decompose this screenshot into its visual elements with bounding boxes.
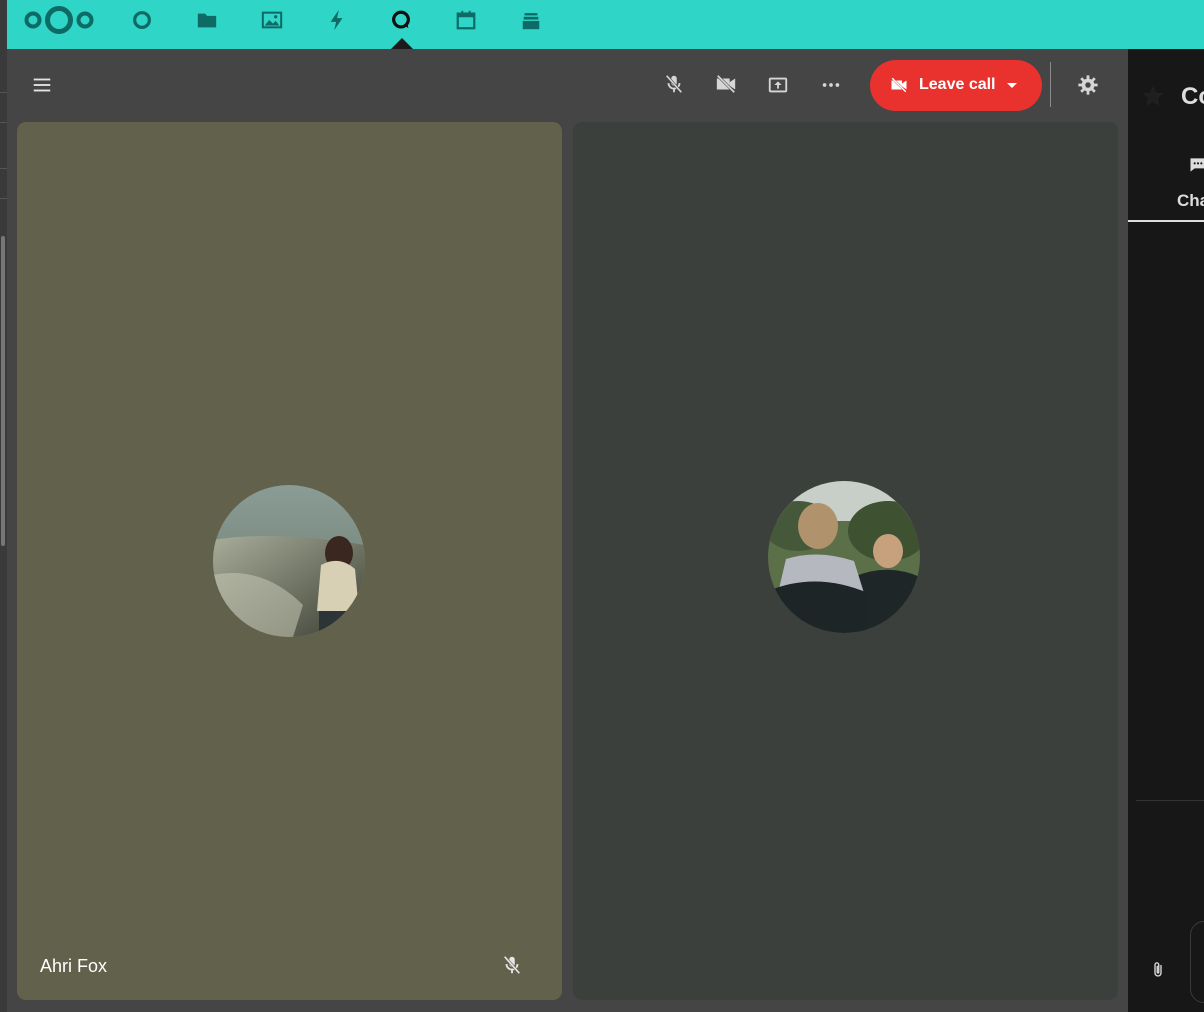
left-window-edge [0, 0, 7, 1012]
participant-tile[interactable] [573, 122, 1118, 1000]
nextcloud-logo[interactable] [22, 4, 96, 36]
app-header [7, 0, 1204, 49]
avatar [768, 481, 920, 633]
active-tab-indicator [1128, 220, 1204, 222]
folder-icon[interactable] [192, 5, 222, 35]
hamburger-icon[interactable] [24, 67, 60, 103]
stack-icon[interactable] [516, 5, 546, 35]
gear-icon[interactable] [1070, 67, 1106, 103]
tab-chat[interactable]: Cha [1177, 191, 1204, 211]
talk-icon[interactable] [386, 5, 416, 35]
video-off-icon[interactable] [708, 66, 744, 102]
dashboard-circle-icon[interactable] [127, 5, 157, 35]
message-icon [1190, 158, 1204, 172]
more-horizontal-icon[interactable] [813, 67, 849, 103]
screen-share-icon[interactable] [760, 67, 796, 103]
toolbar-divider [1050, 62, 1051, 107]
microphone-off-icon [503, 955, 521, 975]
star-icon[interactable] [1142, 85, 1164, 107]
microphone-off-icon[interactable] [656, 66, 692, 102]
divider [1136, 800, 1204, 801]
conversation-title: Co [1181, 83, 1204, 110]
bolt-icon[interactable] [322, 5, 352, 35]
image-icon[interactable] [257, 5, 287, 35]
participant-tile[interactable]: Ahri Fox [17, 122, 562, 1000]
participant-name: Ahri Fox [40, 956, 108, 976]
avatar [213, 485, 365, 637]
scrollbar[interactable] [1, 236, 5, 546]
calendar-icon[interactable] [451, 5, 481, 35]
call-view: Leave call Ahri Fox [7, 49, 1128, 1012]
leave-call-button[interactable]: Leave call [870, 60, 1042, 111]
video-off-icon [891, 77, 907, 93]
right-sidebar: Co Cha [1128, 49, 1204, 1012]
paperclip-icon[interactable] [1149, 959, 1167, 981]
message-input[interactable] [1190, 921, 1204, 1003]
leave-call-label: Leave call [919, 76, 996, 93]
active-app-indicator [391, 38, 413, 49]
chevron-down-icon[interactable] [1007, 83, 1017, 88]
